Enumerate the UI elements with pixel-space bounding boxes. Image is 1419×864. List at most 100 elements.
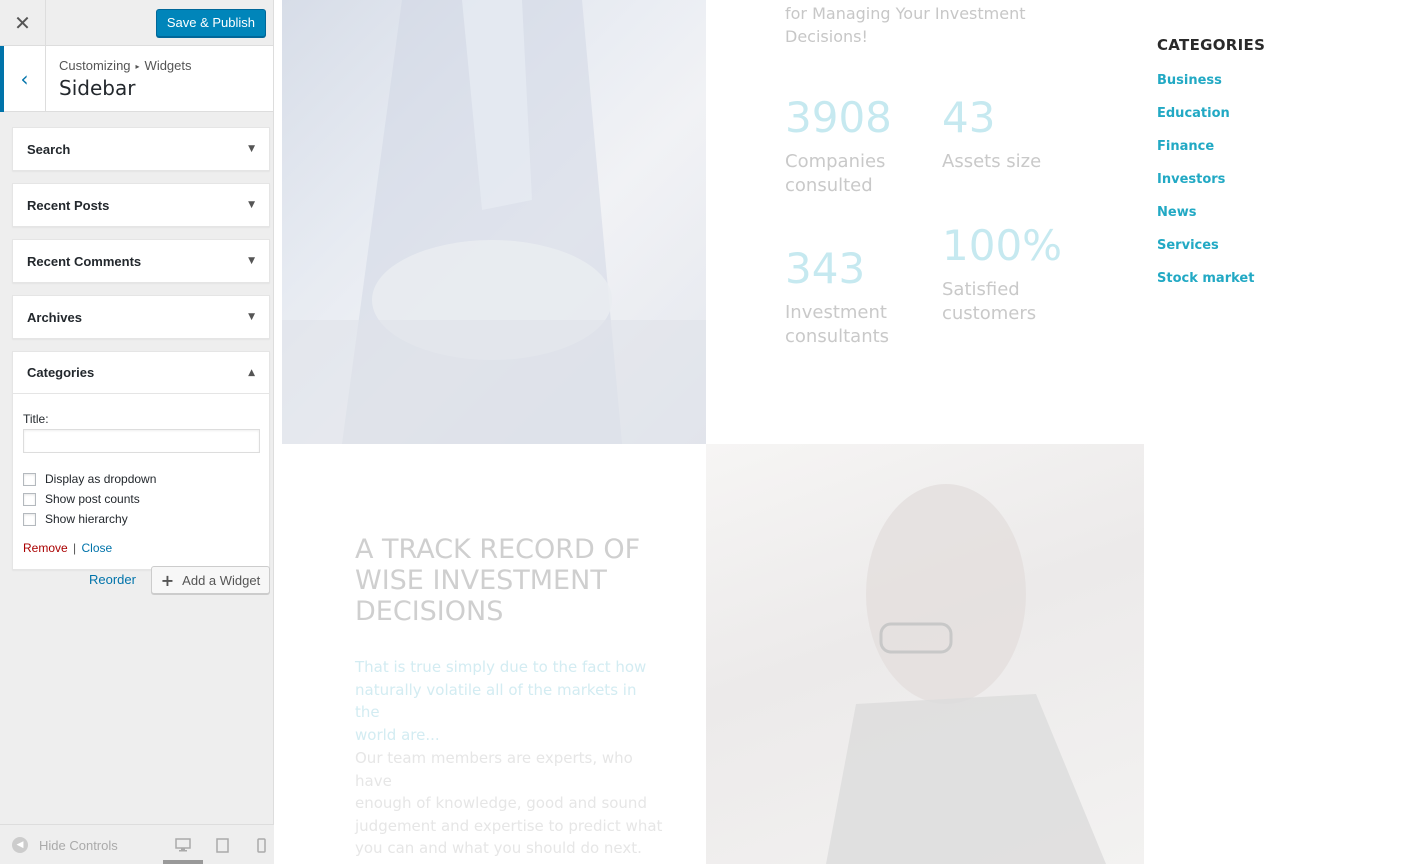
heading-line: DECISIONS (355, 596, 504, 627)
option-display-dropdown[interactable]: Display as dropdown (23, 469, 259, 489)
track-record-heading: A TRACK RECORD OF WISE INVESTMENT DECISI… (355, 534, 640, 627)
close-icon[interactable]: ✕ (0, 0, 46, 46)
breadcrumb-separator-icon: ▸ (135, 62, 140, 71)
woman-on-phone-image (706, 444, 1144, 864)
widget-header-categories[interactable]: Categories ▲ (13, 352, 269, 394)
category-link-finance[interactable]: Finance (1157, 139, 1265, 172)
title-input[interactable] (23, 429, 260, 453)
heading-line: WISE INVESTMENT (355, 565, 607, 596)
intro-line: for Managing Your Investment (785, 4, 1026, 23)
checkbox[interactable] (23, 492, 36, 506)
category-link-news[interactable]: News (1157, 205, 1265, 238)
customizer-header: ✕ Save & Publish (0, 0, 273, 46)
checkbox[interactable] (23, 472, 36, 486)
widget-actions: Remove | Close (23, 541, 259, 555)
hide-controls-button[interactable]: ◀ Hide Controls (12, 837, 118, 853)
option-show-hierarchy[interactable]: Show hierarchy (23, 509, 259, 529)
stat-label-line: Companies (785, 151, 886, 172)
stat-label-line: Investment (785, 302, 887, 323)
customizer-footer: ◀ Hide Controls (0, 824, 274, 864)
stat-label: Satisfied customers (942, 278, 1062, 326)
expand-arrow-icon[interactable]: ▼ (248, 312, 255, 322)
option-label: Display as dropdown (45, 472, 157, 486)
expand-arrow-icon[interactable]: ▼ (248, 144, 255, 154)
stat-label: Companies consulted (785, 150, 892, 198)
widget-title: Recent Comments (27, 253, 142, 269)
add-widget-label: Add a Widget (182, 572, 261, 588)
heading-line: A TRACK RECORD OF (355, 534, 641, 565)
stat-label-line: Assets size (942, 151, 1042, 172)
stat-assets: 43 Assets size (942, 94, 1041, 174)
stat-label-line: consulted (785, 175, 873, 196)
category-link-services[interactable]: Services (1157, 238, 1265, 271)
widget-title: Archives (27, 309, 82, 325)
track-record-lead: That is true simply due to the fact how … (355, 656, 655, 746)
site-preview: for Managing Your Investment Decisions! … (275, 0, 1419, 864)
panel-title: Sidebar (59, 76, 136, 100)
add-widget-button[interactable]: + Add a Widget (151, 566, 270, 594)
customizer-sidebar: ✕ Save & Publish ‹ Customizing ▸ Widgets S… (0, 0, 274, 864)
widget-search: Search ▼ (12, 127, 270, 171)
mobile-preview-icon[interactable] (251, 835, 271, 855)
widget-title: Recent Posts (27, 197, 110, 213)
option-label: Show post counts (45, 492, 140, 506)
widget-header-archives[interactable]: Archives ▼ (13, 296, 269, 338)
body-line: Our team members are experts, who have (355, 749, 633, 790)
stat-label: Assets size (942, 150, 1041, 174)
widget-archives: Archives ▼ (12, 295, 270, 339)
category-link-investors[interactable]: Investors (1157, 172, 1265, 205)
tablet-preview-icon[interactable] (212, 835, 232, 855)
widget-header-recent-comments[interactable]: Recent Comments ▼ (13, 240, 269, 282)
separator: | (73, 541, 77, 555)
widget-header-search[interactable]: Search ▼ (13, 128, 269, 170)
widget-recent-comments: Recent Comments ▼ (12, 239, 270, 283)
stat-label-line: consultants (785, 326, 890, 347)
save-publish-button[interactable]: Save & Publish (155, 9, 266, 37)
stat-label: Investment consultants (785, 301, 889, 349)
expand-arrow-icon[interactable]: ▼ (248, 200, 255, 210)
reorder-link[interactable]: Reorder (89, 572, 136, 587)
track-record-body: Our team members are experts, who have e… (355, 747, 665, 860)
collapse-left-icon: ◀ (12, 837, 28, 853)
active-device-indicator (163, 860, 203, 864)
widget-header-recent-posts[interactable]: Recent Posts ▼ (13, 184, 269, 226)
widget-recent-posts: Recent Posts ▼ (12, 183, 270, 227)
expand-arrow-icon[interactable]: ▼ (248, 256, 255, 266)
close-link[interactable]: Close (82, 541, 113, 555)
breadcrumb-section: Widgets (144, 58, 192, 73)
stat-value: 100% (942, 221, 1063, 270)
stat-satisfied: 100% Satisfied customers (942, 222, 1062, 326)
remove-link[interactable]: Remove (23, 541, 68, 555)
lead-line: naturally volatile all of the markets in… (355, 680, 637, 722)
lead-line: That is true simply due to the fact how (355, 658, 647, 676)
stat-label-line: Satisfied (942, 279, 1020, 300)
stat-value: 3908 (785, 93, 892, 142)
body-line: judgement and expertise to predict what (355, 816, 663, 835)
widget-title: Categories (27, 365, 95, 380)
option-show-post-counts[interactable]: Show post counts (23, 489, 259, 509)
plus-icon: + (160, 570, 175, 590)
collapse-arrow-icon[interactable]: ▲ (248, 368, 255, 378)
stat-companies: 3908 Companies consulted (785, 94, 892, 198)
body-line: you can and what you should do next. (355, 839, 642, 857)
desktop-preview-icon[interactable] (173, 835, 193, 855)
section-header: ‹ Customizing ▸ Widgets Sidebar (0, 46, 273, 112)
category-link-education[interactable]: Education (1157, 106, 1265, 139)
widget-options: Display as dropdown Show post counts Sho… (23, 469, 259, 529)
widget-form-categories: Title: Display as dropdown Show post cou… (13, 394, 269, 569)
intro-text: for Managing Your Investment Decisions! (785, 2, 1026, 48)
category-link-stock-market[interactable]: Stock market (1157, 271, 1265, 304)
title-label: Title: (23, 412, 49, 426)
lead-line: world are... (355, 725, 440, 744)
widget-footer: Reorder + Add a Widget (12, 566, 270, 594)
stat-value: 343 (785, 244, 866, 293)
back-arrow-icon[interactable]: ‹ (0, 46, 46, 112)
category-link-business[interactable]: Business (1157, 73, 1265, 106)
option-label: Show hierarchy (45, 512, 128, 526)
stat-label-line: customers (942, 303, 1037, 324)
widget-categories: Categories ▲ Title: Display as dropdown … (12, 351, 270, 570)
intro-line: Decisions! (785, 27, 868, 46)
checkbox[interactable] (23, 512, 36, 526)
widget-title: Search (27, 141, 71, 157)
categories-title: CATEGORIES (1157, 36, 1266, 54)
